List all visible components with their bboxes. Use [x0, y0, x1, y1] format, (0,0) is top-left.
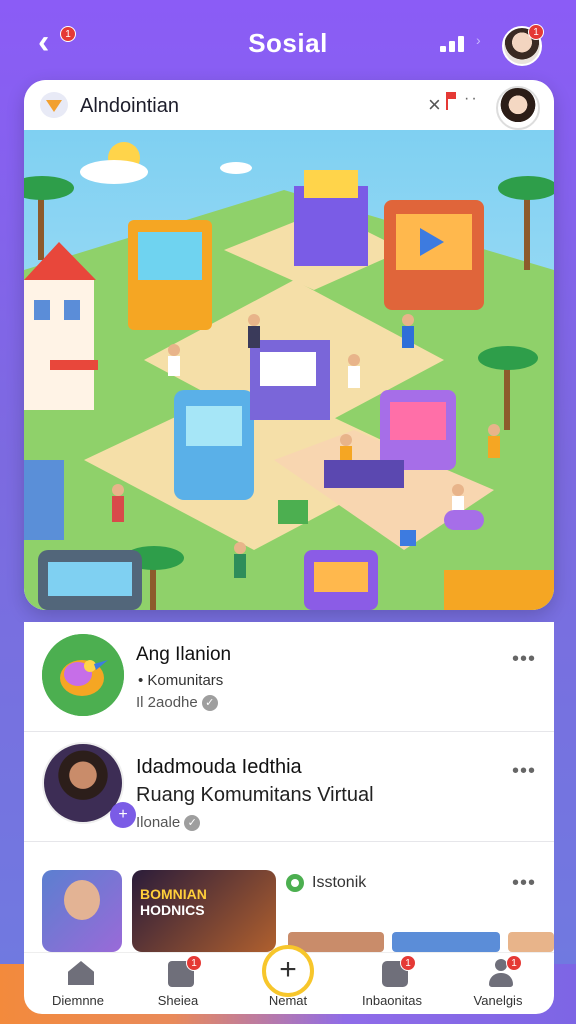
- community-list: Ang Ilanion • Komunitars Il 2aodhe ✓ ••• …: [24, 622, 554, 952]
- nav-item-profile[interactable]: 1 Vanelgis: [448, 953, 548, 1015]
- logo-icon: [40, 92, 68, 118]
- community-name: Ang Ilanion: [136, 644, 232, 665]
- notification-badge: 1: [400, 955, 416, 971]
- verified-icon: ✓: [184, 815, 201, 832]
- more-options-icon[interactable]: ··: [464, 90, 479, 108]
- nav-label: Diemnne: [51, 993, 105, 1008]
- community-meta: Il 2aodhe ✓: [136, 694, 218, 712]
- community-type: • Komunitars: [138, 672, 224, 689]
- bottom-navigation: Diemnne 1 Sheiea + Nemat 1 Inbaonitas 1 …: [24, 945, 554, 1015]
- thumbnail-title: BOMNIAN HODNICS: [140, 886, 207, 918]
- community-type: Ruang Komumitans Virtual: [136, 784, 374, 806]
- notification-badge: 1: [186, 955, 202, 971]
- virtual-community-illustration: [24, 130, 554, 610]
- mini-thumbnails: [288, 932, 554, 952]
- nav-item-home[interactable]: Diemnne: [28, 953, 128, 1015]
- gear-icon: [286, 874, 304, 892]
- nav-label: Inbaonitas: [362, 993, 422, 1008]
- card-header: Alndointian × ··: [24, 80, 554, 130]
- signal-icon: [440, 34, 468, 52]
- more-options-icon[interactable]: •••: [512, 760, 536, 783]
- notification-badge: 1: [506, 955, 522, 971]
- thumbnail-image[interactable]: [42, 870, 122, 952]
- chevron-right-icon: ›: [476, 32, 481, 48]
- nav-item-create[interactable]: + Nemat: [238, 945, 338, 1015]
- nav-label: Vanelgis: [473, 993, 523, 1008]
- nav-item-inbox[interactable]: 1 Sheiea: [128, 953, 228, 1015]
- more-options-icon[interactable]: •••: [512, 648, 536, 671]
- item-label: Isstonik: [312, 874, 367, 891]
- more-options-icon[interactable]: •••: [512, 872, 536, 895]
- add-icon[interactable]: +: [110, 802, 136, 828]
- list-item[interactable]: Ang Ilanion • Komunitars Il 2aodhe ✓ •••: [24, 622, 554, 732]
- community-avatar: [42, 634, 124, 716]
- list-item[interactable]: + Idadmouda Iedthia Ruang Komumitans Vir…: [24, 732, 554, 842]
- community-meta: Ilonale ✓: [136, 814, 201, 832]
- nav-label: Nemat: [268, 993, 308, 1008]
- verified-icon: ✓: [201, 695, 218, 712]
- add-circle-icon[interactable]: +: [262, 945, 314, 997]
- notification-badge: 1: [528, 24, 544, 40]
- featured-card[interactable]: Alndointian × ··: [24, 80, 554, 610]
- card-avatar[interactable]: [496, 86, 540, 130]
- flag-icon[interactable]: [446, 92, 456, 110]
- nav-item-grid[interactable]: 1 Inbaonitas: [342, 953, 442, 1015]
- close-icon[interactable]: ×: [428, 92, 441, 118]
- thumbnail-image[interactable]: BOMNIAN HODNICS: [132, 870, 276, 952]
- community-name: Idadmouda Iedthia: [136, 756, 302, 778]
- card-title: Alndointian: [80, 95, 179, 117]
- top-bar: ‹ 1 Sosial › 1: [0, 0, 576, 86]
- bird-logo-icon: [42, 634, 124, 716]
- list-item[interactable]: BOMNIAN HODNICS Isstonik •••: [24, 852, 554, 952]
- page-title: Sosial: [248, 28, 328, 58]
- nav-label: Sheiea: [157, 993, 199, 1008]
- home-icon: [68, 961, 94, 985]
